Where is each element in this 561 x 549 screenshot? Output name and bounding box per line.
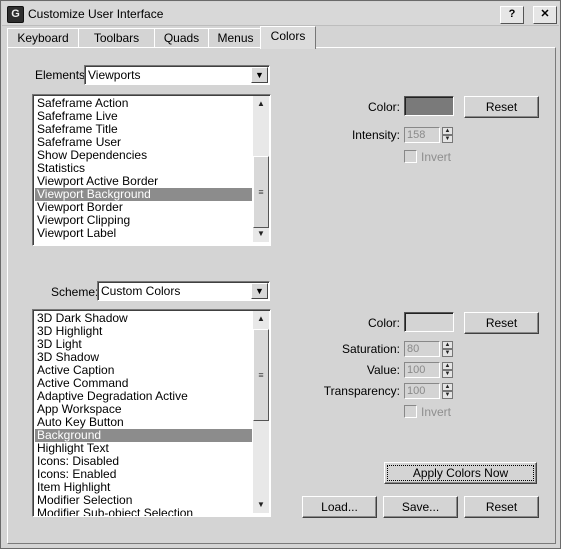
elements-invert-label: Invert (421, 150, 452, 164)
list-item[interactable]: App Workspace (35, 403, 252, 416)
list-item[interactable]: Icons: Disabled (35, 455, 252, 468)
saturation-spinner-buttons[interactable]: ▲ ▼ (442, 341, 453, 357)
scroll-up-icon[interactable]: ▲ (253, 96, 269, 112)
scheme-invert-checkbox[interactable] (404, 405, 417, 418)
value-spinner[interactable]: 100 ▲ ▼ (404, 362, 454, 378)
transparency-label: Transparency: (323, 384, 400, 398)
intensity-label: Intensity: (351, 128, 400, 142)
load-button[interactable]: Load... (302, 496, 377, 518)
saturation-label: Saturation: (341, 342, 400, 356)
scroll-up-icon[interactable]: ▲ (253, 311, 269, 327)
value-field[interactable]: 100 (404, 362, 440, 378)
save-button[interactable]: Save... (383, 496, 458, 518)
transparency-field[interactable]: 100 (404, 383, 440, 399)
elements-list[interactable]: Safeframe Action Safeframe Live Safeframe … (32, 94, 271, 246)
close-button[interactable]: ✕ (533, 6, 557, 24)
scheme-invert-label: Invert (421, 405, 452, 419)
list-item[interactable]: Viewport Background (35, 188, 252, 201)
elements-label: Elements: (35, 68, 89, 82)
apply-colors-now-button[interactable]: Apply Colors Now (384, 462, 537, 484)
elements-color-label: Color: (367, 100, 400, 114)
spinner-down-icon[interactable]: ▼ (442, 135, 453, 143)
scheme-dropdown[interactable]: Custom Colors ▼ (97, 281, 270, 301)
title-bar: G Customize User Interface ? ✕ (2, 2, 559, 26)
scroll-thumb[interactable]: ≡ (253, 156, 269, 228)
list-item[interactable]: Statistics (35, 162, 252, 175)
elements-invert-checkbox[interactable] (404, 150, 417, 163)
list-item[interactable]: Background (35, 429, 252, 442)
list-item[interactable]: Viewport Clipping (35, 214, 252, 227)
list-item[interactable]: 3D Shadow (35, 351, 252, 364)
list-item[interactable]: 3D Light (35, 338, 252, 351)
saturation-field[interactable]: 80 (404, 341, 440, 357)
scheme-color-swatch[interactable] (404, 312, 454, 332)
list-item[interactable]: Modifier Selection (35, 494, 252, 507)
scheme-label: Scheme: (51, 285, 99, 299)
list-item[interactable]: 3D Dark Shadow (35, 312, 252, 325)
list-item[interactable]: Viewport Label (35, 227, 252, 240)
tab-quads[interactable]: Quads (154, 28, 209, 48)
scroll-down-icon[interactable]: ▼ (253, 497, 269, 513)
footer-reset-button[interactable]: Reset (464, 496, 539, 518)
spinner-up-icon[interactable]: ▲ (442, 127, 453, 135)
scheme-list-scrollbar[interactable]: ▲ ≡ ▼ (253, 311, 269, 513)
elements-list-scrollbar[interactable]: ▲ ≡ ▼ (253, 96, 269, 242)
list-item[interactable]: Safeframe Action (35, 97, 252, 110)
elements-color-swatch[interactable] (404, 96, 454, 116)
app-logo-icon: G (7, 6, 24, 23)
list-item[interactable]: Safeframe Live (35, 110, 252, 123)
list-item[interactable]: Show Dependencies (35, 149, 252, 162)
scheme-dropdown-value: Custom Colors (101, 284, 181, 298)
elements-reset-button[interactable]: Reset (464, 96, 539, 118)
intensity-spinner[interactable]: 158 ▲ ▼ (404, 127, 454, 143)
list-item[interactable]: Icons: Enabled (35, 468, 252, 481)
spinner-down-icon[interactable]: ▼ (442, 349, 453, 357)
list-item[interactable]: Safeframe Title (35, 123, 252, 136)
elements-dropdown[interactable]: Viewports ▼ (84, 65, 270, 85)
list-item[interactable]: Item Highlight (35, 481, 252, 494)
spinner-down-icon[interactable]: ▼ (442, 370, 453, 378)
list-item[interactable]: Auto Key Button (35, 416, 252, 429)
value-spinner-buttons[interactable]: ▲ ▼ (442, 362, 453, 378)
transparency-spinner-buttons[interactable]: ▲ ▼ (442, 383, 453, 399)
saturation-spinner[interactable]: 80 ▲ ▼ (404, 341, 454, 357)
scheme-reset-button[interactable]: Reset (464, 312, 539, 334)
spinner-down-icon[interactable]: ▼ (442, 391, 453, 399)
tab-menus[interactable]: Menus (208, 28, 263, 48)
transparency-spinner[interactable]: 100 ▲ ▼ (404, 383, 454, 399)
value-label: Value: (366, 363, 400, 377)
tab-toolbars[interactable]: Toolbars (78, 28, 155, 48)
list-item[interactable]: 3D Highlight (35, 325, 252, 338)
scheme-list[interactable]: 3D Dark Shadow 3D Highlight 3D Light 3D Sha… (32, 309, 271, 517)
spinner-up-icon[interactable]: ▲ (442, 362, 453, 370)
list-item[interactable]: Viewport Border (35, 201, 252, 214)
list-item[interactable]: Highlight Text (35, 442, 252, 455)
list-item[interactable]: Safeframe User (35, 136, 252, 149)
spinner-up-icon[interactable]: ▲ (442, 383, 453, 391)
chevron-down-icon[interactable]: ▼ (251, 283, 268, 299)
intensity-field[interactable]: 158 (404, 127, 440, 143)
intensity-spinner-buttons[interactable]: ▲ ▼ (442, 127, 453, 143)
dialog-window: G Customize User Interface ? ✕ Keyboard … (0, 0, 561, 549)
tab-colors[interactable]: Colors (260, 26, 316, 49)
chevron-down-icon[interactable]: ▼ (251, 67, 268, 83)
help-button[interactable]: ? (500, 6, 524, 24)
list-item[interactable]: Active Command (35, 377, 252, 390)
list-item[interactable]: Active Caption (35, 364, 252, 377)
window-title: Customize User Interface (28, 7, 164, 21)
scheme-color-label: Color: (367, 316, 400, 330)
scroll-down-icon[interactable]: ▼ (253, 226, 269, 242)
colors-panel: Elements: Viewports ▼ Safeframe Action Sa… (7, 47, 556, 544)
list-item[interactable]: Adaptive Degradation Active (35, 390, 252, 403)
list-item[interactable]: Modifier Sub-object Selection (35, 507, 252, 516)
spinner-up-icon[interactable]: ▲ (442, 341, 453, 349)
list-item[interactable]: Viewport Active Border (35, 175, 252, 188)
tab-keyboard[interactable]: Keyboard (7, 28, 79, 48)
elements-dropdown-value: Viewports (88, 68, 141, 82)
scroll-thumb[interactable]: ≡ (253, 329, 269, 421)
